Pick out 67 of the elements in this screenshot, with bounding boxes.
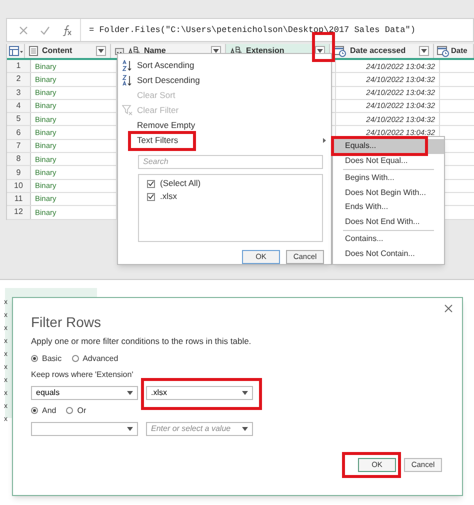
highlight-box <box>312 32 335 62</box>
radio-button[interactable]: And <box>31 404 56 417</box>
menu-item[interactable]: Equals... <box>333 139 444 154</box>
menu-item[interactable]: Does Not Begin With... <box>333 186 444 200</box>
caret-icon <box>127 426 133 431</box>
radio-button[interactable]: Basic <box>31 352 62 365</box>
menu-item[interactable]: Begins With... <box>333 171 444 186</box>
row-number: 6 <box>7 126 31 139</box>
row-number: 4 <box>7 100 31 112</box>
radio-button[interactable]: Or <box>66 404 86 417</box>
checkbox[interactable] <box>147 180 155 188</box>
column-header: Date accessed <box>350 45 407 57</box>
close-icon <box>19 26 28 34</box>
menu-item[interactable]: Does Not Contain... <box>333 246 444 261</box>
check-icon <box>40 26 50 34</box>
check-icon <box>148 181 154 186</box>
column-header: Content <box>42 45 74 57</box>
caret-icon <box>127 390 133 395</box>
caret-icon <box>242 390 248 395</box>
menu-item[interactable]: Sort Ascending <box>118 58 331 73</box>
expand-icon <box>115 48 124 54</box>
close-icon <box>444 304 452 312</box>
dialog-description: Apply one or more filter conditions to the rows in this table. <box>31 335 252 348</box>
menu-item[interactable]: Sort Descending <box>118 73 331 88</box>
menu-item[interactable]: Text Filters <box>118 133 331 148</box>
menu-item[interactable]: Ends With... <box>333 200 444 214</box>
row-number: 11 <box>7 192 31 206</box>
filter-dropdown-button[interactable] <box>96 46 106 56</box>
caret-icon <box>98 49 104 53</box>
menu-item[interactable]: Does Not End With... <box>333 214 444 229</box>
checkbox-label: .xlsx <box>160 190 177 203</box>
menu-item[interactable]: Remove Empty <box>118 118 331 133</box>
menu-item[interactable]: Contains... <box>333 232 444 246</box>
check-icon <box>148 194 154 199</box>
column-header: Name <box>144 45 167 57</box>
radio-button[interactable]: Advanced <box>72 352 118 365</box>
filter-dropdown-button[interactable] <box>419 46 429 56</box>
row-number: 1 <box>7 60 31 72</box>
submenu-arrow-icon <box>323 138 326 143</box>
caret-icon <box>242 426 248 431</box>
value-dropdown[interactable]: Enter or select a value <box>146 422 253 436</box>
dialog-title: Filter Rows <box>31 314 102 330</box>
value-dropdown[interactable]: .xlsx <box>146 386 253 400</box>
checkbox-label: (Select All) <box>160 177 201 190</box>
row-number: 7 <box>7 140 31 152</box>
row-number: 9 <box>7 166 31 179</box>
row-number: 3 <box>7 86 31 99</box>
row-number: 10 <box>7 180 31 192</box>
close-button[interactable] <box>442 302 454 314</box>
highlight-box <box>128 131 196 151</box>
row-number: 5 <box>7 113 31 126</box>
formula-text: = Folder.Files("C:\Users\petenicholson\Desktop\2017 Sales Data") <box>88 24 416 36</box>
column-header: Extension <box>246 45 286 57</box>
menu-item[interactable]: Does Not Equal... <box>333 154 444 168</box>
checkbox[interactable] <box>147 192 155 200</box>
row-number: 2 <box>7 73 31 86</box>
row-number: 12 <box>7 206 31 219</box>
field-label: Keep rows where 'Extension' <box>31 368 134 381</box>
sort-ascending-icon <box>122 60 132 71</box>
highlight-box <box>342 452 401 478</box>
caret-icon <box>421 49 427 53</box>
function-icon <box>62 24 72 36</box>
operator-dropdown[interactable]: equals <box>31 386 138 400</box>
search-field[interactable]: Search <box>138 154 323 168</box>
clear-filter-icon <box>122 105 132 116</box>
row-number: 8 <box>7 153 31 166</box>
sort-descending-icon <box>122 75 132 86</box>
